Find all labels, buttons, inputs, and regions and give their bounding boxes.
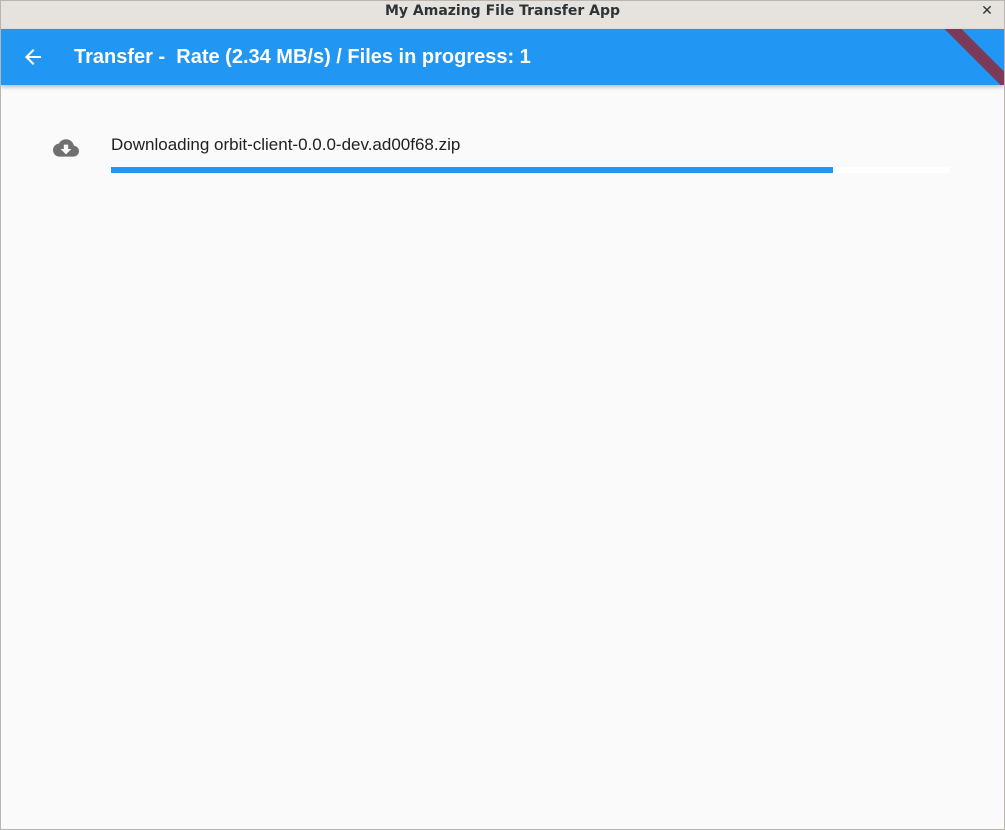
app-bar: Transfer - Rate (2.34 MB/s) / Files in p… bbox=[1, 29, 1004, 85]
page-title: Transfer - Rate (2.34 MB/s) / Files in p… bbox=[74, 46, 531, 68]
window-titlebar[interactable]: My Amazing File Transfer App ✕ bbox=[1, 1, 1004, 30]
cloud-download-icon bbox=[53, 139, 79, 157]
app-window: My Amazing File Transfer App ✕ Transfer … bbox=[0, 0, 1005, 830]
window-title: My Amazing File Transfer App bbox=[384, 3, 621, 19]
transfer-filename: Downloading orbit-client-0.0.0-dev.ad00f… bbox=[111, 135, 461, 154]
back-button[interactable] bbox=[17, 41, 49, 73]
close-window-button[interactable]: ✕ bbox=[977, 1, 997, 21]
download-progress-bar bbox=[111, 167, 950, 173]
arrow-back-icon bbox=[25, 49, 41, 65]
download-progress-fill bbox=[111, 167, 833, 173]
transfer-list: Downloading orbit-client-0.0.0-dev.ad00f… bbox=[1, 85, 1004, 829]
debug-banner bbox=[929, 29, 1004, 85]
transfer-list-item[interactable]: Downloading orbit-client-0.0.0-dev.ad00f… bbox=[17, 125, 957, 181]
